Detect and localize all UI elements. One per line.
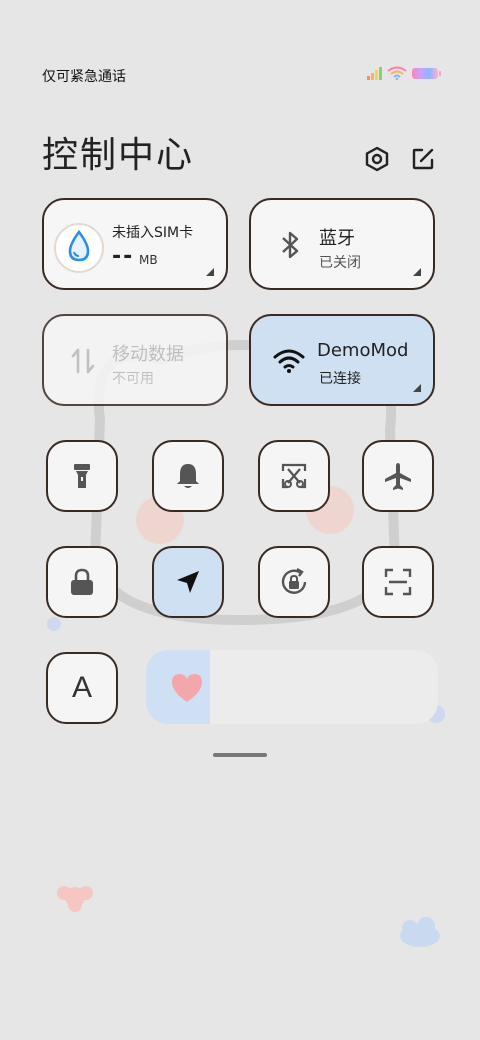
sim-card-tile[interactable]: 未插入SIM卡 -- MB [42,198,228,290]
mobile-data-tile[interactable]: 移动数据 不可用 [42,314,228,406]
mobile-data-label: 移动数据 [112,344,184,365]
scan-icon [384,568,412,596]
data-usage-value: -- [112,244,135,269]
scan-button[interactable] [362,546,434,618]
expand-corner-icon [413,384,421,392]
mobile-data-icon [71,348,95,374]
bluetooth-tile[interactable]: 蓝牙 已关闭 [249,198,435,290]
data-usage-unit: MB [139,253,158,267]
edit-button[interactable] [408,144,438,174]
screenshot-icon [281,463,307,489]
location-toggle[interactable] [152,546,224,618]
bell-icon [177,464,199,488]
bluetooth-icon [282,231,299,259]
flashlight-toggle[interactable] [46,440,118,512]
page-title: 控制中心 [42,135,195,176]
silent-mode-toggle[interactable] [152,440,224,512]
wifi-status: 已连接 [319,371,361,387]
rotation-lock-toggle[interactable] [258,546,330,618]
font-size-label: A [71,671,92,704]
expand-corner-icon [206,268,214,276]
wifi-icon [273,349,305,373]
drag-handle[interactable] [213,753,267,757]
brightness-slider[interactable] [146,650,438,724]
sim-label: 未插入SIM卡 [112,225,194,241]
signal-icon [367,66,382,80]
wifi-network-name: DemoMod [317,340,409,361]
carrier-status: 仅可紧急通话 [42,69,126,85]
settings-button[interactable] [362,144,392,174]
heart-icon [172,674,202,702]
system-indicators [367,66,441,80]
wifi-status-icon [387,66,407,80]
mobile-data-status: 不可用 [112,371,154,387]
location-icon [177,571,199,593]
water-drop-icon [54,223,104,273]
flashlight-icon [74,464,90,488]
wifi-tile[interactable]: DemoMod 已连接 [249,314,435,406]
gear-icon [365,146,389,172]
screenshot-toggle[interactable] [258,440,330,512]
battery-icon [412,67,441,79]
lock-screen-button[interactable] [46,546,118,618]
rotation-lock-icon [281,567,307,594]
lock-icon [71,568,93,595]
bluetooth-status: 已关闭 [319,255,361,271]
font-size-button[interactable]: A [46,652,118,724]
expand-corner-icon [413,268,421,276]
airplane-icon [385,463,411,490]
edit-icon [412,148,434,170]
airplane-mode-toggle[interactable] [362,440,434,512]
bluetooth-label: 蓝牙 [319,228,355,249]
